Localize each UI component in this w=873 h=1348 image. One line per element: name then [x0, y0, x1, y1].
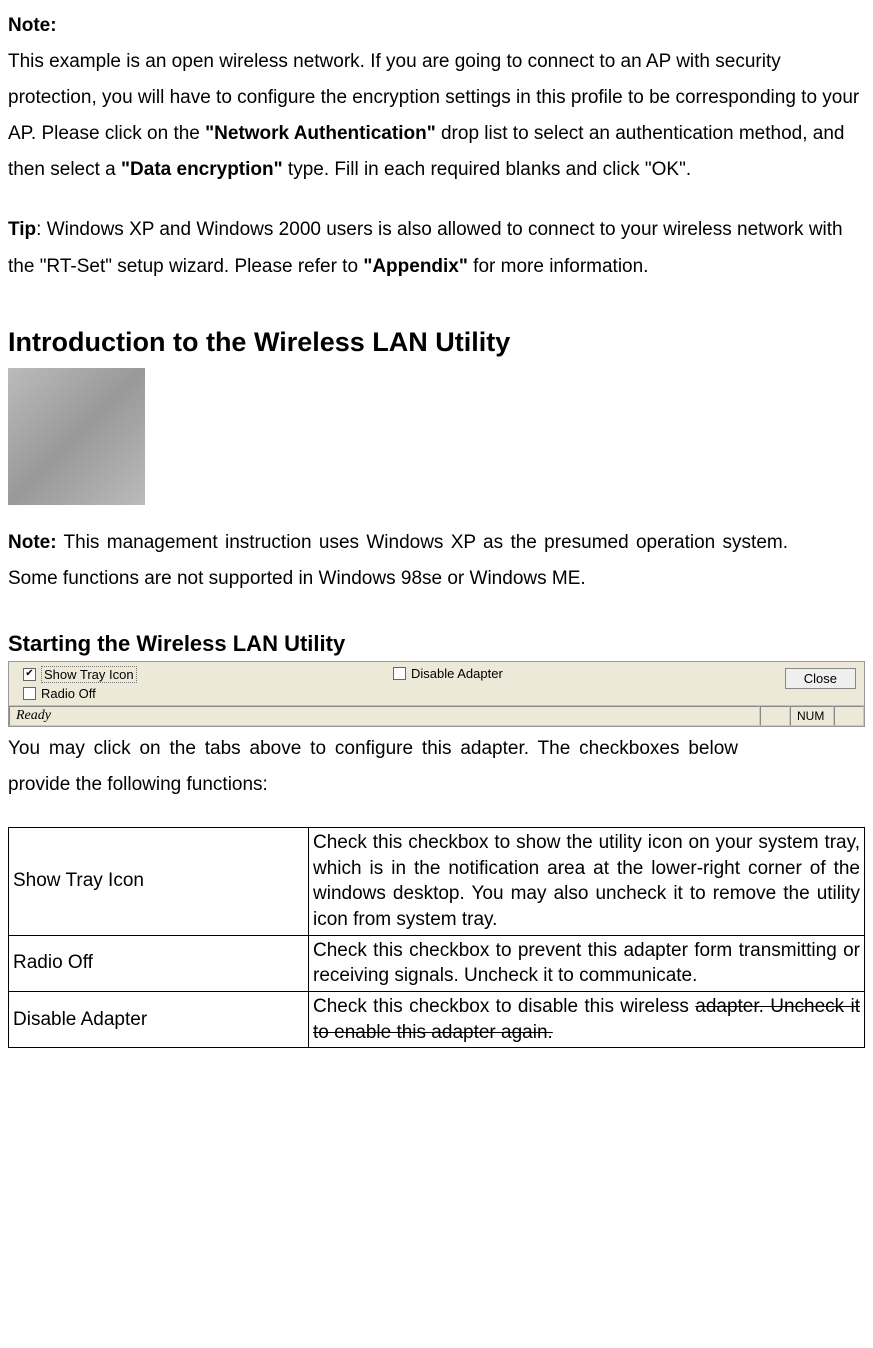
close-button[interactable]: Close	[785, 668, 856, 689]
note-bold-2: "Data encryption"	[121, 159, 283, 180]
tip-label: Tip	[8, 219, 36, 240]
cell-disable-adapter-left: Disable Adapter	[9, 991, 309, 1047]
radio-off-label: Radio Off	[41, 686, 96, 701]
note2-label: Note:	[8, 532, 57, 553]
note-paragraph: Note: This example is an open wireless n…	[8, 8, 865, 188]
status-ready: Ready	[9, 706, 760, 726]
note-bold-1: "Network Authentication"	[205, 123, 436, 144]
cell-disable-adapter-right: Check this checkbox to disable this wire…	[309, 991, 865, 1047]
note-label: Note:	[8, 15, 57, 36]
after-shot-text: You may click on the tabs above to confi…	[8, 731, 738, 803]
utility-image-placeholder	[8, 368, 145, 505]
disable-adapter-row[interactable]: Disable Adapter	[393, 666, 756, 681]
cell-disable-adapter-text-a: Check this checkbox to disable this wire…	[313, 996, 695, 1017]
cell-show-tray-left: Show Tray Icon	[9, 828, 309, 936]
show-tray-icon-row[interactable]: ✔ Show Tray Icon	[23, 666, 393, 683]
table-row: Disable Adapter Check this checkbox to d…	[9, 991, 865, 1047]
status-gap-2	[834, 706, 864, 726]
status-num: NUM	[790, 706, 834, 726]
table-row: Show Tray Icon Check this checkbox to sh…	[9, 828, 865, 936]
intro-heading: Introduction to the Wireless LAN Utility	[8, 327, 865, 358]
functions-table: Show Tray Icon Check this checkbox to sh…	[8, 827, 865, 1048]
cell-radio-off-left: Radio Off	[9, 935, 309, 991]
note2-text: This management instruction uses Windows…	[8, 532, 788, 589]
note-text-3: type. Fill in each required blanks and c…	[283, 159, 691, 180]
radio-off-row[interactable]: Radio Off	[23, 686, 393, 701]
cell-show-tray-right: Check this checkbox to show the utility …	[309, 828, 865, 936]
tip-text-c: for more information.	[468, 256, 649, 277]
note2-paragraph: Note: This management instruction uses W…	[8, 525, 788, 597]
disable-adapter-checkbox[interactable]	[393, 667, 406, 680]
status-bar: Ready NUM	[9, 706, 864, 726]
disable-adapter-label: Disable Adapter	[411, 666, 503, 681]
cell-radio-off-right: Check this checkbox to prevent this adap…	[309, 935, 865, 991]
status-gap-1	[760, 706, 790, 726]
table-row: Radio Off Check this checkbox to prevent…	[9, 935, 865, 991]
radio-off-checkbox[interactable]	[23, 687, 36, 700]
tip-paragraph: Tip: Windows XP and Windows 2000 users i…	[8, 212, 865, 284]
starting-heading: Starting the Wireless LAN Utility	[8, 631, 865, 657]
show-tray-icon-checkbox[interactable]: ✔	[23, 668, 36, 681]
tip-bold: "Appendix"	[363, 256, 468, 277]
show-tray-icon-label: Show Tray Icon	[41, 666, 137, 683]
utility-toolbar-screenshot: ✔ Show Tray Icon Radio Off Disable Adapt…	[8, 661, 865, 727]
